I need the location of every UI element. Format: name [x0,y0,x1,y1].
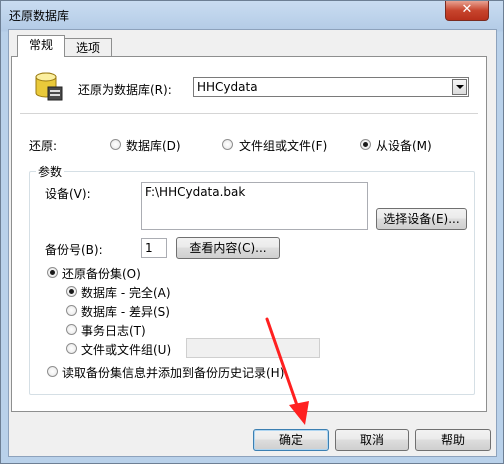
tab-panel-general: 还原为数据库(R): HHCydata 还原: 数据库(D) 文件组或文件(F)… [11,56,487,412]
radio-file-or-filegroup-label[interactable]: 文件或文件组(U) [81,341,171,358]
radio-filegroup[interactable] [222,139,233,150]
window-title: 还原数据库 [9,9,70,23]
cancel-button[interactable]: 取消 [335,429,409,451]
backup-number-label: 备份号(B): [45,243,103,257]
restore-to-dropdown[interactable]: HHCydata [193,77,469,97]
device-label: 设备(V): [45,187,91,201]
radio-database[interactable] [110,139,121,150]
params-title: 参数 [36,163,65,180]
restore-source-label: 还原: [29,139,58,153]
help-button[interactable]: 帮助 [415,429,491,451]
restore-to-label: 还原为数据库(R): [78,83,172,97]
view-contents-button[interactable]: 查看内容(C)... [176,237,280,259]
radio-database-label[interactable]: 数据库(D) [126,137,181,154]
radio-restore-backup-set-label[interactable]: 还原备份集(O) [62,265,141,282]
close-button[interactable]: ✕ [445,1,489,21]
radio-read-backup-info[interactable] [47,366,58,377]
dialog-window: 还原数据库 ✕ 常规 选项 还原为数据库(R): HHCydata 还原: 数据… [0,0,504,464]
radio-restore-backup-set[interactable] [47,267,58,278]
chevron-down-icon[interactable] [452,79,467,95]
radio-read-backup-info-label[interactable]: 读取备份集信息并添加到备份历史记录(H) [62,364,284,381]
separator [20,113,478,114]
tab-general[interactable]: 常规 [17,35,65,57]
database-icon [35,72,63,101]
annotation-arrow-icon [265,317,309,425]
radio-database-full-label[interactable]: 数据库 - 完全(A) [81,284,171,301]
radio-database-differential-label[interactable]: 数据库 - 差异(S) [81,303,170,320]
device-list[interactable]: F:\HHCydata.bak [141,182,368,230]
radio-filegroup-label[interactable]: 文件组或文件(F) [239,137,327,154]
backup-number-value: 1 [145,241,153,255]
radio-database-full[interactable] [66,286,77,297]
tab-general-label: 常规 [28,38,53,52]
radio-transaction-log[interactable] [66,324,77,335]
ok-button[interactable]: 确定 [253,429,329,451]
radio-database-differential[interactable] [66,305,77,316]
radio-file-or-filegroup[interactable] [66,343,77,354]
device-path: F:\HHCydata.bak [145,185,246,199]
radio-from-device-label[interactable]: 从设备(M) [376,137,432,154]
radio-transaction-log-label[interactable]: 事务日志(T) [81,322,146,339]
radio-from-device[interactable] [360,139,371,150]
restore-to-value: HHCydata [197,80,258,94]
backup-number-input[interactable]: 1 [141,238,167,258]
tab-options-label: 选项 [75,41,100,55]
select-device-button[interactable]: 选择设备(E)... [376,208,467,230]
tab-options[interactable]: 选项 [64,38,112,57]
title-bar[interactable]: 还原数据库 ✕ [1,1,504,29]
